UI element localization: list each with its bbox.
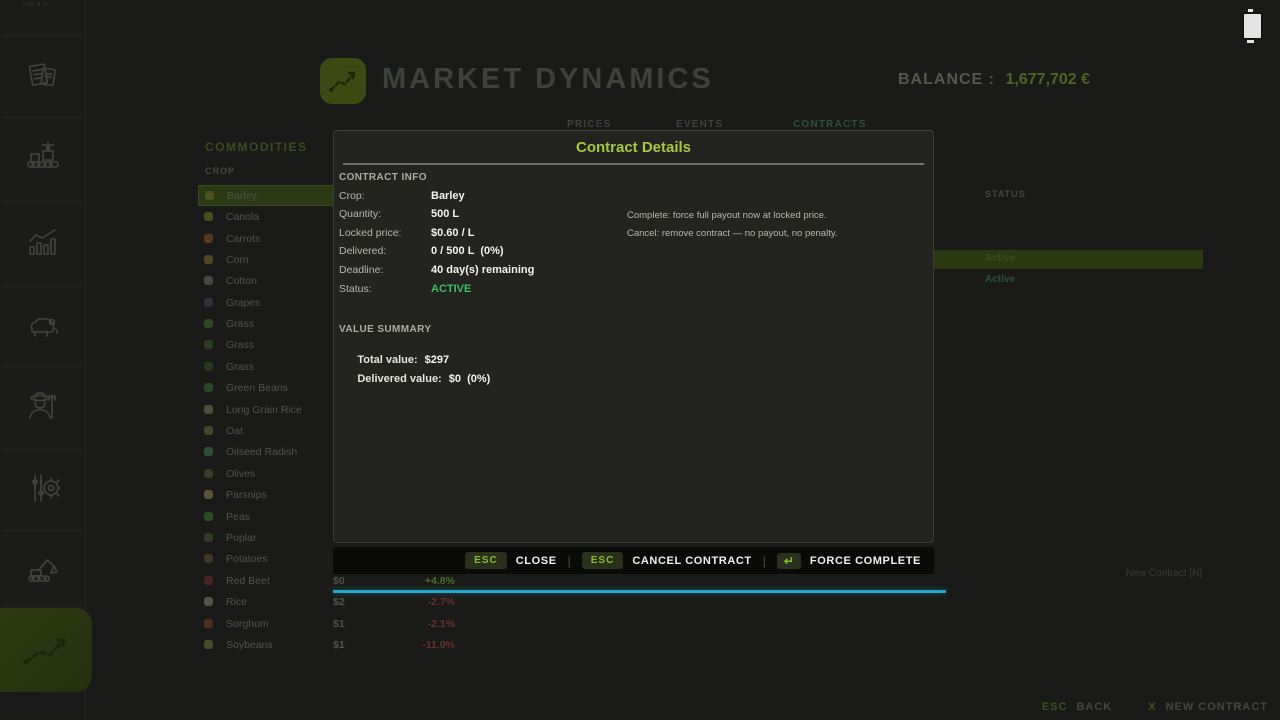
farmer-icon [21, 386, 65, 430]
close-button[interactable]: ESC CLOSE [465, 552, 556, 569]
crop-icon [204, 426, 213, 435]
statistics-icon [22, 221, 64, 263]
crop-icon [204, 490, 213, 499]
status-column-header: STATUS [985, 189, 1026, 199]
status-badge: ACTIVE [431, 283, 471, 295]
sidebar-item-farmer[interactable] [0, 378, 85, 438]
commodity-row-sorghum[interactable]: Sorghum $1 -2.1% [198, 613, 483, 634]
modal-footer: ESC CLOSE | ESC CANCEL CONTRACT | ↵ FORC… [333, 547, 934, 574]
corner-debug-text: *no a.u [22, 2, 48, 8]
crop-icon [204, 554, 213, 563]
modal-title-divider [343, 163, 924, 165]
delivered-value: Delivered value:$0 (0%) [339, 361, 490, 397]
divider: | [763, 554, 766, 568]
crop-icon [204, 597, 213, 606]
cancel-contract-button[interactable]: ESC CANCEL CONTRACT [582, 552, 752, 569]
esc-key-hint[interactable]: ESC [1042, 701, 1068, 713]
sidebar-item-animals[interactable] [0, 295, 85, 355]
crop-icon [204, 533, 213, 542]
phone-icon[interactable] [1242, 12, 1263, 40]
crop-icon [204, 405, 213, 414]
back-hint[interactable]: BACK [1076, 701, 1112, 713]
modal-title: Contract Details [334, 131, 933, 156]
crop-icon [205, 191, 214, 200]
market-dynamics-icon [18, 628, 74, 672]
balance-label: BALANCE : [898, 71, 995, 88]
crop-icon [204, 298, 213, 307]
crop-icon [204, 276, 213, 285]
section-value-summary: VALUE SUMMARY [339, 324, 431, 335]
crop-icon [204, 362, 213, 371]
commodity-row-soybeans[interactable]: Soybeans $1 -11.0% [198, 634, 483, 655]
esc-key-badge: ESC [582, 552, 624, 569]
help-complete: Complete: force full payout now at locke… [627, 210, 827, 221]
bottom-help-bar: ESC BACK X NEW CONTRACT [1042, 701, 1268, 713]
sidebar-item-production[interactable] [0, 126, 85, 186]
game-menu-sidebar: *no a.u [0, 0, 86, 720]
sidebar-item-market-dynamics[interactable] [0, 608, 92, 692]
help-cancel: Cancel: remove contract — no payout, no … [627, 228, 838, 239]
crop-icon [204, 255, 213, 264]
balance-display: BALANCE : 1,677,702 € [898, 71, 1090, 89]
crop-icon [204, 469, 213, 478]
tab-events[interactable]: EVENTS [676, 119, 723, 130]
return-icon: ↵ [777, 553, 801, 569]
commodity-row-rice[interactable]: Rice $2 -2.7% [198, 591, 483, 612]
section-contract-info: CONTRACT INFO [339, 172, 427, 183]
field-crop: Crop: Barley [334, 190, 933, 204]
new-contract-hint: New Contract [N] [1126, 568, 1202, 579]
crop-column-header: CROP [205, 166, 235, 176]
contract-details-modal: Contract Details CONTRACT INFO Crop: Bar… [333, 130, 934, 543]
sidebar-item-statistics[interactable] [0, 212, 85, 272]
selection-underline [333, 590, 946, 593]
crop-icon [204, 383, 213, 392]
crop-icon [204, 640, 213, 649]
crop-icon [204, 512, 213, 521]
field-delivered: Delivered: 0 / 500 L (0%) [334, 245, 933, 259]
sidebar-item-construction[interactable] [0, 540, 85, 600]
excavator-icon [21, 548, 65, 592]
app-icon [320, 58, 366, 104]
crop-icon [204, 619, 213, 628]
field-deadline: Deadline: 40 day(s) remaining [334, 264, 933, 278]
force-complete-button[interactable]: ↵ FORCE COMPLETE [777, 553, 921, 569]
divider: | [568, 554, 571, 568]
crop-icon [204, 340, 213, 349]
esc-key-badge: ESC [465, 552, 507, 569]
settings-icon [22, 467, 64, 509]
crop-icon [204, 234, 213, 243]
sidebar-item-documents[interactable] [0, 46, 85, 106]
crop-icon [204, 212, 213, 221]
commodities-title: COMMODITIES [205, 140, 308, 154]
page-title: MARKET DYNAMICS [382, 63, 714, 96]
x-key-hint[interactable]: X [1148, 701, 1156, 713]
sidebar-item-settings[interactable] [0, 458, 85, 518]
contract-status: Active [985, 274, 1015, 285]
tab-contracts[interactable]: CONTRACTS [793, 119, 867, 130]
balance-value: 1,677,702 € [1005, 71, 1090, 88]
new-contract-hint-label[interactable]: NEW CONTRACT [1166, 701, 1268, 713]
crop-icon [204, 319, 213, 328]
animals-icon [22, 304, 64, 346]
crop-icon [204, 447, 213, 456]
field-status: Status: ACTIVE [334, 283, 933, 297]
tab-prices[interactable]: PRICES [567, 119, 611, 130]
production-icon [22, 135, 64, 177]
contract-status: Active [985, 253, 1015, 264]
game-screen: *no a.u [0, 0, 1280, 720]
documents-icon [23, 56, 63, 96]
crop-icon [204, 576, 213, 585]
market-chart-icon [326, 66, 360, 96]
